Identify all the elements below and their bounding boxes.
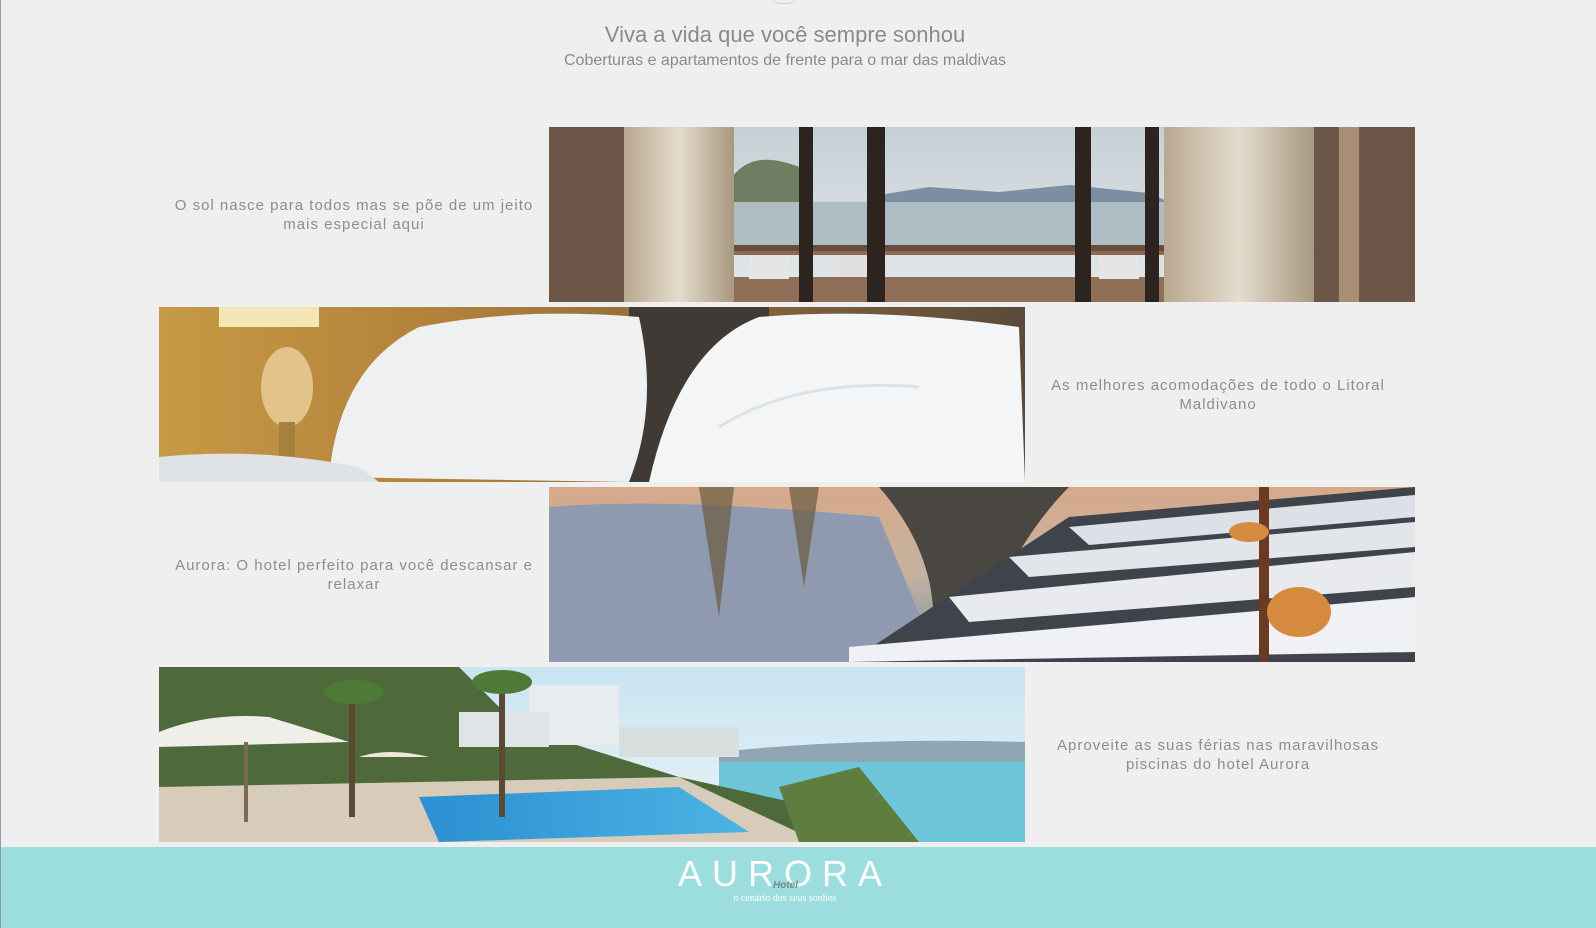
photo-balcony-ocean-view (549, 127, 1415, 302)
row-caption-2: As melhores acomodações de todo o Litora… (1051, 377, 1385, 413)
row-caption-3: Aurora: O hotel perfeito para você desca… (175, 557, 533, 593)
hero-title: Viva a vida que você sempre sonhou (604, 22, 966, 47)
top-decoration (769, 0, 799, 4)
hero-subtitle: Coberturas e apartamentos de frente para… (563, 52, 1006, 69)
footer: AURORA Hotel o cenário dos seus sonhos (1, 847, 1596, 928)
photo-bedroom-pillows (159, 307, 1025, 482)
row-caption-1: O sol nasce para todos mas se põe de um … (174, 197, 534, 233)
brand-tagline: o cenário dos seus sonhos (733, 893, 837, 904)
brand-sub: Hotel (773, 880, 798, 891)
photo-resort-pool-coast (159, 667, 1025, 842)
photo-pool-loungers (549, 487, 1415, 662)
row-caption-4: Aproveite as suas férias nas maravilhosa… (1057, 737, 1379, 773)
